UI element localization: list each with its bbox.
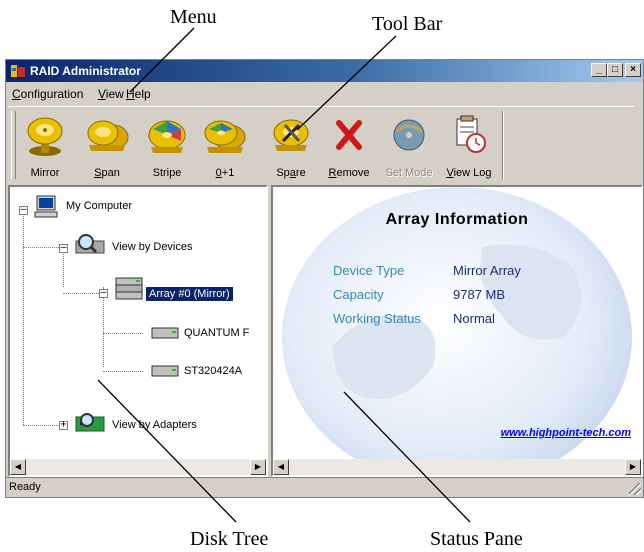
set-mode-label: Set Mode [385,167,433,179]
callout-disk-tree: Disk Tree [190,528,269,550]
info-value: Normal [453,311,495,326]
callout-status-pane: Status Pane [430,528,523,550]
mirror-disk-icon [27,117,63,156]
span-disk-icon [87,120,129,151]
raid01-button[interactable]: 0+1 [200,109,250,183]
stripe-label: Stripe [152,167,182,179]
mirror-label: Mirror [30,167,60,179]
minimize-button[interactable]: _ [591,63,607,77]
status-horizontal-scrollbar[interactable]: ◀ ▶ [273,459,641,475]
info-key: Working Status [333,311,421,326]
disk-tree-pane: – My Computer – View by Devices – Array … [8,185,268,477]
remove-button[interactable]: Remove [324,109,374,183]
expand-view-by-adapters[interactable]: + [59,420,68,430]
scroll-left-button[interactable]: ◀ [273,459,289,475]
span-button[interactable]: Span [82,109,132,183]
adapter-card-icon [75,413,105,432]
mirror-button[interactable]: Mirror [20,109,70,183]
highpoint-website-link[interactable]: www.highpoint-tech.com [501,427,631,439]
remove-label: Remove [328,167,370,179]
toolbar-grip[interactable] [11,111,16,179]
span-label: Span [94,167,120,179]
tree-my-computer[interactable]: My Computer [66,200,132,212]
spare-label: Spare [276,167,306,179]
status-pane: Array Information Device Type Mirror Arr… [271,185,643,477]
toolbar-separator [502,111,504,179]
raid-app-icon [11,65,25,77]
stripe-button[interactable]: Stripe [142,109,192,183]
log-clock-icon [456,115,486,153]
status-bar: Ready [6,477,643,497]
expand-array[interactable]: – [99,288,108,298]
info-value: 9787 MB [453,287,506,302]
title-bar[interactable]: RAID Administrator _ □ × [6,60,643,82]
menu-configuration[interactable]: Configuration [12,87,83,101]
hard-disk-icon [151,327,179,339]
array-drives-icon [115,277,143,300]
hard-disk-icon [151,365,179,377]
raid01-disk-icon [204,120,246,153]
callout-menu: Menu [170,6,217,28]
menu-bar: Configuration View Help [6,83,643,103]
tree-disk-quantum[interactable]: QUANTUM F [184,327,249,339]
tree-disk-st320424a[interactable]: ST320424A [184,365,242,377]
menu-help[interactable]: Help [126,87,151,101]
array-info-title: Array Information [385,211,529,228]
tree-view-by-devices[interactable]: View by Devices [112,241,193,253]
computer-icon [34,195,58,218]
scroll-right-button[interactable]: ▶ [250,459,266,475]
view-log-label: View Log [446,167,492,179]
remove-x-icon [336,120,362,150]
stripe-disk-icon [148,120,186,153]
view-log-button[interactable]: View Log [444,109,494,183]
status-text: Ready [9,481,41,493]
toolbar: Mirror Span Stripe 0+1 Spare Remove Set … [8,106,634,185]
set-mode-disc-icon [393,119,425,151]
scroll-right-button[interactable]: ▶ [625,459,641,475]
spare-disk-icon [273,119,309,151]
set-mode-button[interactable]: Set Mode [384,109,434,183]
scroll-left-button[interactable]: ◀ [10,459,26,475]
menu-view[interactable]: View [98,87,124,101]
devices-magnifier-icon [75,234,105,254]
tree-view-by-adapters[interactable]: View by Adapters [112,419,197,431]
info-key: Device Type [333,263,405,278]
raid01-label: 0+1 [215,167,235,179]
info-value: Mirror Array [453,263,521,278]
spare-button[interactable]: Spare [266,109,316,183]
callout-toolbar: Tool Bar [372,13,443,35]
resize-grip[interactable] [629,483,641,495]
window-title: RAID Administrator [30,64,141,78]
raid-admin-window: RAID Administrator _ □ × Configuration V… [5,59,644,498]
maximize-button[interactable]: □ [607,63,623,77]
expand-view-by-devices[interactable]: – [59,243,68,253]
tree-horizontal-scrollbar[interactable]: ◀ ▶ [10,459,266,475]
expand-my-computer[interactable]: – [19,205,28,215]
close-button[interactable]: × [625,63,641,77]
tree-array-0-mirror[interactable]: Array #0 (Mirror) [146,287,233,301]
info-key: Capacity [333,287,384,302]
